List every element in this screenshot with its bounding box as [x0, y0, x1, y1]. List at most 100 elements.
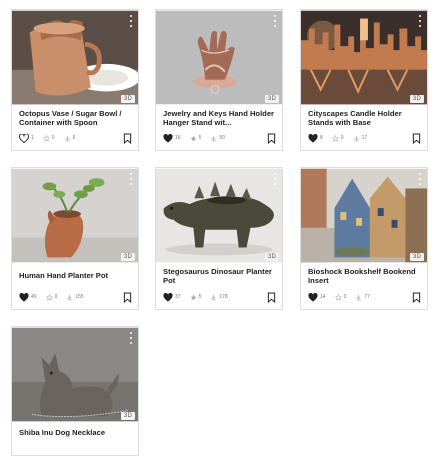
- more-options-icon[interactable]: [128, 15, 134, 27]
- card-stats: 1 0 5: [19, 132, 132, 144]
- star-icon: [45, 293, 53, 301]
- model-thumbnail[interactable]: 3D: [12, 10, 138, 105]
- heart-filled-icon: [163, 292, 173, 302]
- model-card[interactable]: 3D Jewelry and Keys Hand Holder Hanger S…: [155, 9, 283, 151]
- like-button[interactable]: 14: [308, 292, 326, 302]
- model-card[interactable]: 3D Octopus Vase / Sugar Bowl / Container…: [11, 9, 139, 151]
- stegosaurus-planter-image: [156, 168, 282, 263]
- 3d-badge: 3D: [120, 95, 135, 103]
- 3d-badge: 3D: [409, 253, 424, 261]
- model-card[interactable]: 3D Human Hand Planter Pot 49 0 155: [11, 167, 139, 310]
- makes-count: 0: [54, 294, 58, 300]
- download-count: 50: [219, 135, 225, 141]
- model-thumbnail[interactable]: 3D: [12, 327, 138, 422]
- model-thumbnail[interactable]: 3D: [156, 10, 282, 105]
- bookmark-icon[interactable]: [412, 133, 421, 144]
- bookmark-icon[interactable]: [412, 292, 421, 303]
- makes-count: 0: [51, 135, 55, 141]
- like-button[interactable]: 1: [19, 133, 34, 143]
- more-options-icon[interactable]: [128, 173, 134, 185]
- card-stats: 14 0 77: [308, 291, 421, 303]
- copper-octopus-vase-image: [12, 10, 138, 105]
- 3d-badge: 3D: [409, 95, 424, 103]
- bookmark-icon[interactable]: [267, 133, 276, 144]
- model-title[interactable]: Human Hand Planter Pot: [12, 263, 138, 291]
- makes-stat: 0: [45, 293, 58, 301]
- downloads-stat: 178: [210, 294, 228, 301]
- download-icon: [356, 294, 362, 300]
- card-stats: 49 0 155: [19, 291, 132, 303]
- shiba-necklace-image: [12, 327, 138, 422]
- download-count: 155: [75, 294, 84, 300]
- heart-outline-icon: [19, 133, 29, 143]
- like-button[interactable]: 16: [163, 133, 181, 143]
- makes-count: 5: [198, 294, 202, 300]
- download-icon: [67, 294, 73, 300]
- model-title[interactable]: Jewelry and Keys Hand Holder Hanger Stan…: [156, 105, 282, 129]
- city-candle-holders-image: [301, 10, 427, 105]
- download-icon: [64, 135, 70, 141]
- download-icon: [211, 135, 217, 141]
- star-icon: [190, 135, 196, 141]
- card-stats: 37 5 178: [163, 291, 276, 303]
- more-options-icon[interactable]: [272, 15, 278, 27]
- like-button[interactable]: 37: [163, 292, 181, 302]
- download-icon: [353, 135, 359, 141]
- download-icon: [211, 294, 217, 300]
- bookmark-icon[interactable]: [267, 292, 276, 303]
- like-count: 1: [31, 135, 34, 141]
- bookmark-icon[interactable]: [123, 292, 132, 303]
- 3d-badge: 3D: [120, 412, 135, 420]
- heart-filled-icon: [163, 133, 173, 143]
- model-card[interactable]: 3D Shiba Inu Dog Necklace: [11, 326, 139, 456]
- download-count: 17: [361, 135, 368, 141]
- more-options-icon[interactable]: [128, 332, 134, 344]
- model-card[interactable]: 3D Bioshock Bookshelf Bookend Insert 14 …: [300, 167, 428, 310]
- card-stats: 8 0 17: [308, 132, 421, 144]
- makes-stat: 0: [334, 293, 347, 301]
- 3d-badge: 3D: [120, 253, 135, 261]
- downloads-stat: 50: [210, 135, 225, 142]
- makes-count: 5: [198, 135, 202, 141]
- downloads-stat: 155: [66, 294, 84, 301]
- model-thumbnail[interactable]: 3D: [12, 168, 138, 263]
- download-count: 178: [219, 294, 228, 300]
- heart-filled-icon: [308, 133, 318, 143]
- model-title[interactable]: Shiba Inu Dog Necklace: [12, 422, 138, 448]
- bioshock-bookend-image: [301, 168, 427, 263]
- 3d-badge: 3D: [264, 253, 279, 261]
- like-count: 14: [320, 294, 326, 300]
- more-options-icon[interactable]: [417, 173, 423, 185]
- downloads-stat: 5: [64, 135, 75, 142]
- makes-stat: 5: [190, 135, 202, 142]
- card-stats: 16 5 50: [163, 132, 276, 144]
- model-card[interactable]: 3D Stegosaurus Dinosaur Planter Pot 37 5…: [155, 167, 283, 310]
- like-count: 8: [320, 135, 323, 141]
- model-title[interactable]: Stegosaurus Dinosaur Planter Pot: [156, 263, 282, 287]
- makes-stat: 0: [42, 134, 55, 142]
- model-thumbnail[interactable]: 3D: [156, 168, 282, 263]
- like-button[interactable]: 49: [19, 292, 37, 302]
- hand-jewelry-stand-image: [156, 10, 282, 105]
- hand-planter-succulent-image: [12, 168, 138, 263]
- model-title[interactable]: Octopus Vase / Sugar Bowl / Container wi…: [12, 105, 138, 129]
- makes-count: 0: [343, 294, 347, 300]
- heart-filled-icon: [19, 292, 29, 302]
- model-thumbnail[interactable]: 3D: [301, 168, 427, 263]
- more-options-icon[interactable]: [417, 15, 423, 27]
- model-card[interactable]: 3D Cityscapes Candle Holder Stands with …: [300, 9, 428, 151]
- model-title[interactable]: Bioshock Bookshelf Bookend Insert: [301, 263, 427, 287]
- model-thumbnail[interactable]: 3D: [301, 10, 427, 105]
- makes-count: 0: [340, 135, 344, 141]
- star-icon: [190, 294, 196, 300]
- bookmark-icon[interactable]: [123, 133, 132, 144]
- model-title[interactable]: Cityscapes Candle Holder Stands with Bas…: [301, 105, 427, 129]
- like-count: 37: [175, 294, 181, 300]
- 3d-badge: 3D: [264, 95, 279, 103]
- makes-stat: 0: [331, 134, 344, 142]
- like-button[interactable]: 8: [308, 133, 323, 143]
- more-options-icon[interactable]: [272, 173, 278, 185]
- star-icon: [334, 293, 342, 301]
- download-count: 77: [364, 294, 370, 300]
- downloads-stat: 17: [353, 135, 368, 142]
